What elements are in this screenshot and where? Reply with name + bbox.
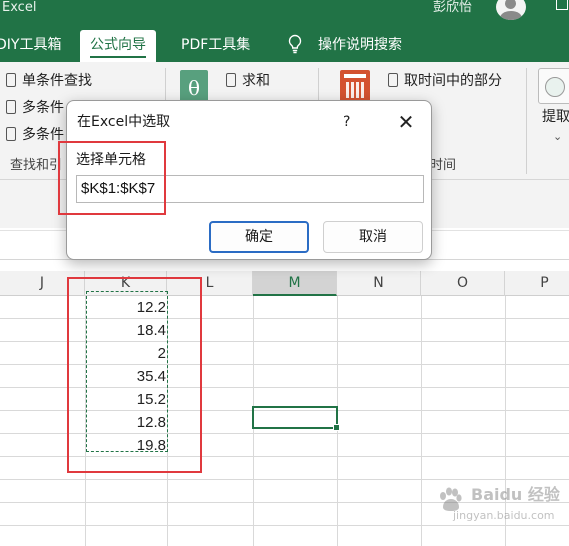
column-header-m[interactable]: M [253, 271, 337, 296]
group-lookup-label: 查找和引 [10, 158, 63, 173]
tab-formula-wizard[interactable]: 公式向导 [80, 30, 156, 62]
lookup-single-condition[interactable]: 单条件查找 [6, 72, 92, 90]
column-header-o[interactable]: O [421, 271, 505, 296]
restore-window-icon[interactable] [556, 0, 568, 10]
tab-tell-me-search[interactable]: 操作说明搜索 [318, 36, 402, 54]
time-extract-part[interactable]: 取时间中的部分 [388, 72, 502, 90]
title-bar: Excel 彭欣怡 [0, 0, 569, 26]
app-title: Excel [2, 0, 37, 15]
cancel-button[interactable]: 取消 [323, 221, 423, 253]
extract-button-label[interactable]: 提取 [542, 108, 569, 126]
group-time-label: 时间 [430, 158, 457, 173]
bookmark-icon [226, 73, 236, 87]
watermark-title: Baidu 经验 [471, 485, 560, 504]
column-gridline [421, 296, 422, 546]
column-header-n[interactable]: N [337, 271, 421, 296]
watermark-url: jingyan.baidu.com [453, 509, 555, 522]
avatar[interactable] [496, 0, 526, 20]
annotation-box-dialog-input [58, 141, 166, 215]
column-header-p[interactable]: P [505, 271, 569, 296]
ok-button[interactable]: 确定 [209, 221, 309, 253]
annotation-box-column-k [67, 277, 202, 473]
ribbon-divider [526, 68, 527, 174]
bookmark-icon [6, 127, 16, 141]
bookmark-icon [6, 73, 16, 87]
math-sum[interactable]: 求和 [226, 72, 270, 90]
ribbon-tab-bar: DIY工具箱 公式向导 PDF工具集 操作说明搜索 [0, 26, 569, 62]
lookup-multi-condition-2[interactable]: 多条件 [6, 126, 64, 144]
chevron-down-icon[interactable]: ⌄ [553, 130, 562, 143]
bookmark-icon [6, 100, 16, 114]
lightbulb-icon[interactable] [287, 34, 303, 54]
tab-diy-toolbox[interactable]: DIY工具箱 [0, 36, 61, 54]
extract-icon[interactable] [538, 68, 569, 104]
user-name[interactable]: 彭欣怡 [433, 0, 472, 16]
close-icon[interactable]: ✕ [395, 111, 417, 133]
help-icon[interactable]: ? [343, 113, 350, 131]
bookmark-icon [388, 73, 398, 87]
dialog-title: 在Excel中选取 [77, 114, 171, 130]
active-cell-m6[interactable] [252, 406, 340, 431]
lookup-multi-condition[interactable]: 多条件 [6, 99, 64, 117]
tab-pdf-tools[interactable]: PDF工具集 [181, 36, 250, 54]
baidu-watermark: Baidu 经验 jingyan.baidu.com [433, 481, 563, 525]
